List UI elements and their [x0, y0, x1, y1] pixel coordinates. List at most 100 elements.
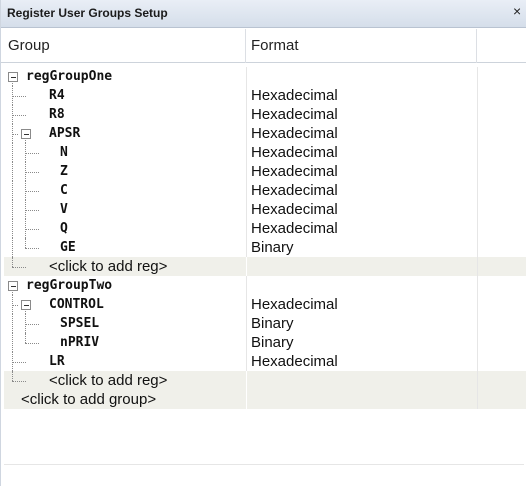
format-cell[interactable]: Binary [247, 333, 478, 352]
tree-row[interactable]: regGroupOne [4, 67, 526, 86]
tree-branch-line [25, 248, 39, 249]
group-cell[interactable]: <click to add reg> [4, 371, 247, 390]
tree-branch-line [12, 381, 26, 382]
format-cell[interactable] [247, 67, 478, 86]
format-cell[interactable]: Hexadecimal [247, 86, 478, 105]
close-icon[interactable]: × [513, 3, 521, 19]
group-cell[interactable]: C [4, 181, 247, 200]
register-name-label: CONTROL [49, 297, 104, 312]
extra-cell [478, 162, 526, 181]
format-cell[interactable]: Hexadecimal [247, 105, 478, 124]
tree-branch-line [25, 343, 39, 344]
format-cell[interactable]: Hexadecimal [247, 124, 478, 143]
extra-cell [478, 67, 526, 86]
format-cell[interactable]: Binary [247, 314, 478, 333]
tree-row[interactable]: R8 Hexadecimal [4, 105, 526, 124]
group-cell[interactable]: regGroupOne [4, 67, 247, 86]
tree-row[interactable]: LR Hexadecimal [4, 352, 526, 371]
format-cell[interactable]: Hexadecimal [247, 352, 478, 371]
register-name-label: Q [60, 221, 68, 236]
register-name-label: Z [60, 164, 68, 179]
format-cell[interactable]: Binary [247, 238, 478, 257]
group-cell[interactable]: V [4, 200, 247, 219]
tree-branch-line [25, 324, 39, 325]
group-cell[interactable]: <click to add reg> [4, 257, 247, 276]
column-header-group[interactable]: Group [4, 29, 246, 63]
tree-row[interactable]: nPRIV Binary [4, 333, 526, 352]
group-cell[interactable]: APSR [4, 124, 247, 143]
format-cell[interactable] [247, 390, 478, 409]
register-name-label: nPRIV [60, 335, 100, 350]
register-group-tree: regGroupOne R4 Hexadecimal R8 Hexadecimal APS… [4, 67, 526, 409]
register-name-label: LR [49, 354, 65, 369]
collapse-toggle-icon[interactable] [8, 281, 18, 291]
tree-row[interactable]: N Hexadecimal [4, 143, 526, 162]
column-header: Group Format [1, 29, 526, 63]
tree-guide-line [12, 162, 13, 181]
extra-cell [478, 352, 526, 371]
format-cell[interactable]: Hexadecimal [247, 143, 478, 162]
format-cell[interactable] [247, 371, 478, 390]
collapse-toggle-icon[interactable] [21, 300, 31, 310]
extra-cell [478, 257, 526, 276]
tree-row[interactable]: <click to add group> [4, 390, 526, 409]
tree-row[interactable]: GE Binary [4, 238, 526, 257]
group-cell[interactable]: R4 [4, 86, 247, 105]
column-header-format[interactable]: Format [247, 29, 477, 63]
tree-guide-line [12, 238, 13, 257]
register-name-label: N [60, 145, 68, 160]
tree-row[interactable]: <click to add reg> [4, 371, 526, 390]
add-item-placeholder[interactable]: <click to add reg> [49, 257, 167, 276]
extra-cell [478, 295, 526, 314]
group-cell[interactable]: Q [4, 219, 247, 238]
format-cell[interactable]: Hexadecimal [247, 162, 478, 181]
group-cell[interactable]: <click to add group> [4, 390, 247, 409]
extra-cell [478, 181, 526, 200]
tree-row[interactable]: regGroupTwo [4, 276, 526, 295]
group-cell[interactable]: regGroupTwo [4, 276, 247, 295]
group-cell[interactable]: GE [4, 238, 247, 257]
format-cell[interactable] [247, 257, 478, 276]
tree-row[interactable]: APSR Hexadecimal [4, 124, 526, 143]
tree-row[interactable]: C Hexadecimal [4, 181, 526, 200]
tree-guide-line [25, 238, 26, 248]
collapse-toggle-icon[interactable] [21, 129, 31, 139]
extra-cell [478, 124, 526, 143]
add-item-placeholder[interactable]: <click to add reg> [49, 371, 167, 390]
format-cell[interactable]: Hexadecimal [247, 295, 478, 314]
tree-row[interactable]: V Hexadecimal [4, 200, 526, 219]
tree-row[interactable]: <click to add reg> [4, 257, 526, 276]
tree-branch-line [12, 96, 26, 97]
group-cell[interactable]: CONTROL [4, 295, 247, 314]
tree-row[interactable]: R4 Hexadecimal [4, 86, 526, 105]
extra-cell [478, 333, 526, 352]
format-cell[interactable] [247, 276, 478, 295]
group-cell[interactable]: Z [4, 162, 247, 181]
extra-cell [478, 105, 526, 124]
tree-branch-line [12, 362, 26, 363]
format-cell[interactable]: Hexadecimal [247, 181, 478, 200]
tree-branch-line [12, 267, 26, 268]
register-name-label: C [60, 183, 68, 198]
collapse-toggle-icon[interactable] [8, 72, 18, 82]
tree-row[interactable]: Z Hexadecimal [4, 162, 526, 181]
tree-guide-line [12, 219, 13, 238]
tree-guide-line [12, 314, 13, 333]
group-cell[interactable]: SPSEL [4, 314, 247, 333]
group-cell[interactable]: LR [4, 352, 247, 371]
group-cell[interactable]: R8 [4, 105, 247, 124]
format-cell[interactable]: Hexadecimal [247, 219, 478, 238]
group-cell[interactable]: nPRIV [4, 333, 247, 352]
tree-row[interactable]: SPSEL Binary [4, 314, 526, 333]
tree-row[interactable]: CONTROL Hexadecimal [4, 295, 526, 314]
register-name-label: regGroupOne [26, 69, 113, 84]
add-item-placeholder[interactable]: <click to add group> [21, 390, 156, 409]
group-cell[interactable]: N [4, 143, 247, 162]
extra-cell [478, 314, 526, 333]
register-name-label: SPSEL [60, 316, 100, 331]
format-cell[interactable]: Hexadecimal [247, 200, 478, 219]
tree-row[interactable]: Q Hexadecimal [4, 219, 526, 238]
register-name-label: regGroupTwo [26, 278, 113, 293]
register-name-label: R4 [49, 88, 65, 103]
grid-bottom-divider [4, 464, 524, 465]
